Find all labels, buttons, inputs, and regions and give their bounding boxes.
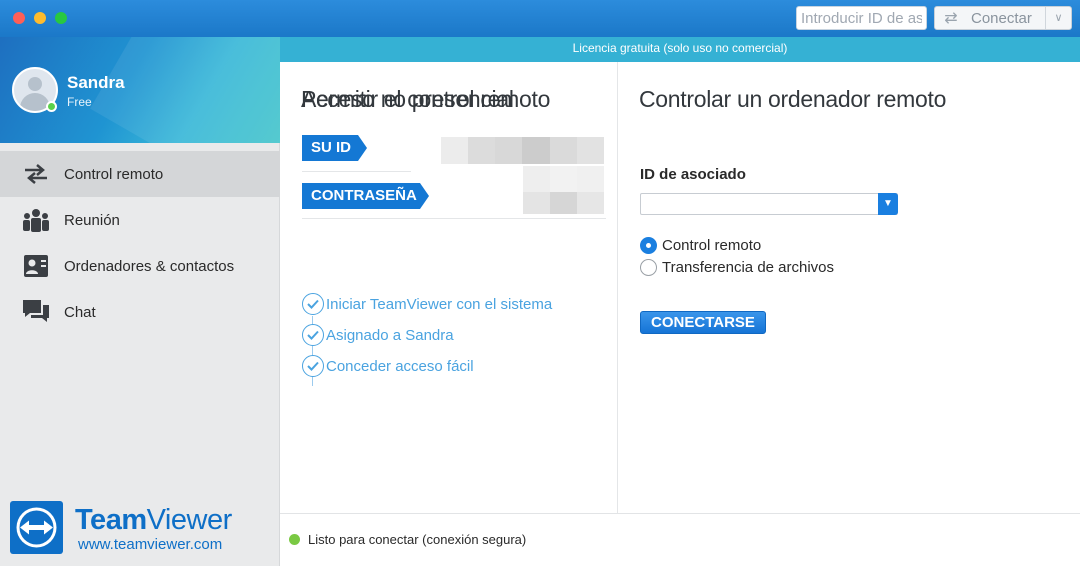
check-label: Conceder acceso fácil — [326, 357, 474, 375]
sidebar-item-label: Chat — [64, 303, 96, 321]
chat-icon — [22, 300, 50, 324]
sidebar-item-label: Ordenadores & contactos — [64, 257, 235, 275]
connect-button[interactable]: CONECTARSE — [640, 311, 766, 334]
check-start-with-system[interactable]: Iniciar TeamViewer con el sistema — [302, 293, 552, 315]
quick-connect-label: Conectar — [971, 9, 1032, 27]
logo-url: www.teamviewer.com — [78, 536, 223, 553]
user-name: Sandra — [67, 73, 125, 92]
license-banner: Licencia gratuita (solo uso no comercial… — [280, 37, 1080, 62]
close-window-button[interactable] — [13, 12, 25, 24]
arrows-icon — [22, 162, 50, 186]
sidebar: Sandra Free Control remoto Reunión Orden… — [0, 37, 280, 566]
checkmark-icon — [302, 293, 324, 315]
profile-header: Sandra Free — [0, 37, 280, 143]
checkmark-icon — [302, 324, 324, 346]
meeting-icon — [22, 208, 50, 232]
sidebar-item-chat[interactable]: Chat — [0, 289, 280, 335]
contacts-icon — [22, 254, 50, 278]
password-divider — [302, 218, 606, 219]
sidebar-item-ordenadores-contactos[interactable]: Ordenadores & contactos — [0, 243, 280, 289]
password-label: CONTRASEÑA — [302, 183, 429, 209]
allow-remote-panel: Permitir el control remoto SU ID CONTRAS… — [280, 62, 618, 513]
chevron-down-icon[interactable]: ∨ — [1045, 7, 1071, 29]
logo-wordmark: TeamViewer — [75, 504, 232, 536]
teamviewer-logo-icon — [10, 501, 63, 554]
sidebar-item-control-remoto[interactable]: Control remoto — [0, 151, 280, 197]
check-assigned-to[interactable]: Asignado a Sandra — [302, 324, 454, 346]
status-indicator-icon — [289, 534, 300, 545]
your-id-label: SU ID — [302, 135, 367, 161]
radio-unselected-icon[interactable] — [640, 259, 657, 276]
title-bar: ⇄ Conectar ∨ — [0, 0, 1080, 37]
check-easy-access[interactable]: Conceder acceso fácil — [302, 355, 474, 377]
id-divider — [302, 171, 411, 172]
sidebar-item-label: Control remoto — [64, 165, 164, 183]
checkmark-icon — [302, 355, 324, 377]
online-status-icon — [46, 101, 57, 112]
partner-id-quick-input[interactable] — [796, 6, 927, 30]
check-label: Asignado a Sandra — [326, 326, 454, 344]
status-bar: Listo para conectar (conexión segura) — [280, 513, 1080, 566]
minimize-window-button[interactable] — [34, 12, 46, 24]
radio-label: Transferencia de archivos — [662, 259, 835, 276]
radio-file-transfer[interactable]: Transferencia de archivos — [640, 259, 834, 276]
unattended-title: Acceso no presencial — [301, 86, 514, 112]
sidebar-item-reunion[interactable]: Reunión — [0, 197, 280, 243]
radio-label: Control remoto — [662, 237, 762, 254]
partner-id-input[interactable] — [640, 193, 898, 215]
partner-id-label: ID de asociado — [640, 166, 746, 183]
teamviewer-logo: TeamViewer www.teamviewer.com — [10, 501, 270, 555]
quick-connect-button[interactable]: ⇄ Conectar ∨ — [934, 6, 1072, 30]
zoom-window-button[interactable] — [55, 12, 67, 24]
control-title: Controlar un ordenador remoto — [639, 86, 947, 112]
sidebar-item-label: Reunión — [64, 211, 120, 229]
radio-remote-control[interactable]: Control remoto — [640, 237, 761, 254]
radio-selected-icon[interactable] — [640, 237, 657, 254]
arrows-icon: ⇄ — [944, 10, 958, 27]
user-plan: Free — [67, 95, 92, 109]
chevron-down-icon[interactable]: ▼ — [878, 193, 898, 215]
sidebar-nav: Control remoto Reunión Ordenadores & con… — [0, 151, 280, 335]
check-label: Iniciar TeamViewer con el sistema — [326, 295, 553, 313]
status-text: Listo para conectar (conexión segura) — [308, 532, 527, 547]
control-remote-panel: Controlar un ordenador remoto ID de asoc… — [619, 62, 1080, 513]
